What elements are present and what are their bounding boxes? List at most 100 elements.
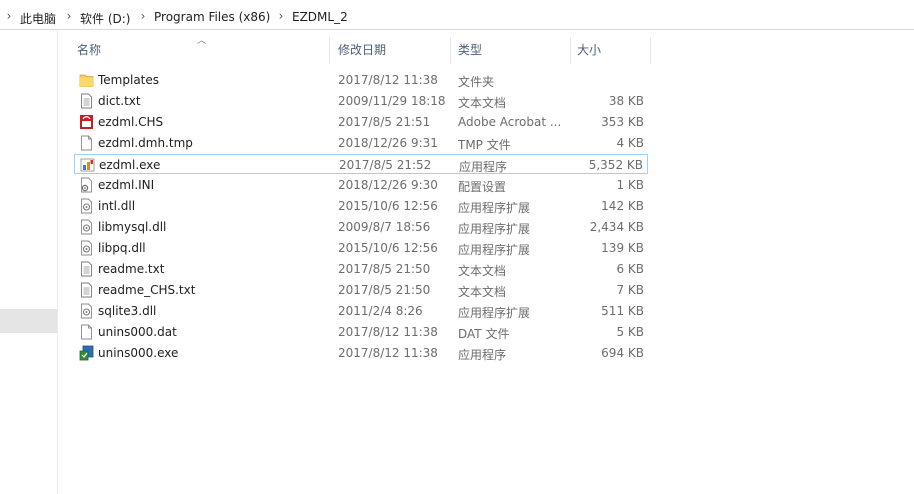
navigation-pane[interactable] xyxy=(0,30,58,494)
column-size[interactable]: 大小 xyxy=(577,36,601,64)
file-row[interactable]: unins000.dat 2017/8/12 11:38 DAT 文件 5 KB xyxy=(74,322,648,342)
file-size: 1 KB xyxy=(616,178,644,192)
file-name: ezdml.dmh.tmp xyxy=(98,136,193,150)
file-row[interactable]: unins000.exe 2017/8/12 11:38 应用程序 694 KB xyxy=(74,343,648,363)
file-name: readme.txt xyxy=(98,262,165,276)
dll-file-icon xyxy=(79,240,94,256)
file-name: ezdml.exe xyxy=(99,158,161,172)
file-date: 2011/2/4 8:26 xyxy=(338,304,423,318)
file-size: 6 KB xyxy=(616,262,644,276)
settings-file-icon xyxy=(79,177,94,193)
chevron-right-icon[interactable]: › xyxy=(64,9,74,23)
file-size: 5 KB xyxy=(616,325,644,339)
file-type: Adobe Acrobat ... xyxy=(458,115,562,129)
file-size: 4 KB xyxy=(616,136,644,150)
file-type: 文件夹 xyxy=(458,75,495,89)
column-date[interactable]: 修改日期 xyxy=(338,36,386,64)
file-date: 2015/10/6 12:56 xyxy=(338,199,438,213)
file-name: intl.dll xyxy=(98,199,136,213)
breadcrumb-program-files[interactable]: Program Files (x86) xyxy=(154,10,270,24)
file-name: ezdml.INI xyxy=(98,178,155,192)
file-name: readme_CHS.txt xyxy=(98,283,196,297)
file-size: 38 KB xyxy=(608,94,644,108)
file-date: 2017/8/5 21:50 xyxy=(338,283,431,297)
file-type: 应用程序扩展 xyxy=(458,201,531,215)
file-size: 2,434 KB xyxy=(589,220,644,234)
chevron-right-icon[interactable]: › xyxy=(276,9,286,23)
file-size: 5,352 KB xyxy=(588,158,643,172)
column-divider[interactable] xyxy=(329,38,330,64)
file-name: libmysql.dll xyxy=(98,220,167,234)
file-size: 7 KB xyxy=(616,283,644,297)
file-type: 应用程序扩展 xyxy=(458,243,531,257)
installer-app-icon xyxy=(79,345,94,361)
blank-file-icon xyxy=(79,324,94,340)
file-name: sqlite3.dll xyxy=(98,304,157,318)
column-type[interactable]: 类型 xyxy=(458,36,482,64)
file-name: Templates xyxy=(98,73,160,87)
file-date: 2018/12/26 9:31 xyxy=(338,136,438,150)
sort-ascending-icon: ︿ xyxy=(197,36,207,46)
file-type: 文本文档 xyxy=(458,285,507,299)
file-type: 应用程序扩展 xyxy=(458,222,531,236)
file-row[interactable]: sqlite3.dll 2011/2/4 8:26 应用程序扩展 511 KB xyxy=(74,301,648,321)
file-row[interactable]: Templates 2017/8/12 11:38 文件夹 xyxy=(74,70,648,90)
column-name[interactable]: 名称 xyxy=(77,36,101,64)
file-date: 2017/8/12 11:38 xyxy=(338,325,438,339)
file-type: 文本文档 xyxy=(458,264,507,278)
column-divider[interactable] xyxy=(650,38,651,64)
text-file-icon xyxy=(79,261,94,277)
folder-icon xyxy=(79,72,94,88)
file-size: 511 KB xyxy=(601,304,644,318)
file-name: unins000.dat xyxy=(98,325,177,339)
dll-file-icon xyxy=(79,198,94,214)
file-size: 139 KB xyxy=(601,241,644,255)
file-type: 配置设置 xyxy=(458,180,507,194)
file-type: 应用程序 xyxy=(458,348,507,362)
file-type: TMP 文件 xyxy=(458,138,511,152)
file-date: 2017/8/5 21:52 xyxy=(339,158,432,172)
breadcrumb-ezdml[interactable]: EZDML_2 xyxy=(292,10,348,24)
chevron-right-icon[interactable]: › xyxy=(138,9,148,23)
breadcrumb-this-pc[interactable]: 此电脑 xyxy=(20,10,56,27)
file-size: 142 KB xyxy=(601,199,644,213)
file-date: 2017/8/5 21:51 xyxy=(338,115,431,129)
file-row[interactable]: dict.txt 2009/11/29 18:18 文本文档 38 KB xyxy=(74,91,648,111)
file-size: 353 KB xyxy=(601,115,644,129)
file-type: 应用程序扩展 xyxy=(458,306,531,320)
file-row[interactable]: libpq.dll 2015/10/6 12:56 应用程序扩展 139 KB xyxy=(74,238,648,258)
nav-selected-item[interactable] xyxy=(0,309,57,333)
file-row[interactable]: ezdml.dmh.tmp 2018/12/26 9:31 TMP 文件 4 KB xyxy=(74,133,648,153)
column-header: ︿ 名称 修改日期 类型 大小 xyxy=(58,36,658,64)
file-date: 2009/8/7 18:56 xyxy=(338,220,431,234)
file-row[interactable]: libmysql.dll 2009/8/7 18:56 应用程序扩展 2,434 KB xyxy=(74,217,648,237)
file-name: libpq.dll xyxy=(98,241,146,255)
file-size: 694 KB xyxy=(601,346,644,360)
address-bar[interactable]: › 此电脑 › 软件 (D:) › Program Files (x86) › … xyxy=(0,5,914,30)
file-type: 文本文档 xyxy=(458,96,507,110)
file-name: dict.txt xyxy=(98,94,141,108)
text-file-icon xyxy=(79,282,94,298)
file-row[interactable]: ezdml.exe 2017/8/5 21:52 应用程序 5,352 KB xyxy=(74,154,648,174)
chevron-right-icon[interactable]: › xyxy=(4,9,14,23)
file-date: 2015/10/6 12:56 xyxy=(338,241,438,255)
file-row[interactable]: ezdml.CHS 2017/8/5 21:51 Adobe Acrobat ...… xyxy=(74,112,648,132)
file-date: 2017/8/12 11:38 xyxy=(338,73,438,87)
column-divider[interactable] xyxy=(450,38,451,64)
file-name: ezdml.CHS xyxy=(98,115,164,129)
column-divider[interactable] xyxy=(570,38,571,64)
file-row[interactable]: intl.dll 2015/10/6 12:56 应用程序扩展 142 KB xyxy=(74,196,648,216)
dll-file-icon xyxy=(79,219,94,235)
acrobat-file-icon xyxy=(79,114,94,130)
file-row[interactable]: readme.txt 2017/8/5 21:50 文本文档 6 KB xyxy=(74,259,648,279)
file-type: DAT 文件 xyxy=(458,327,510,341)
file-date: 2009/11/29 18:18 xyxy=(338,94,446,108)
file-row[interactable]: readme_CHS.txt 2017/8/5 21:50 文本文档 7 KB xyxy=(74,280,648,300)
ezdml-app-icon xyxy=(80,157,95,173)
file-date: 2017/8/12 11:38 xyxy=(338,346,438,360)
text-file-icon xyxy=(79,93,94,109)
file-row[interactable]: ezdml.INI 2018/12/26 9:30 配置设置 1 KB xyxy=(74,175,648,195)
file-type: 应用程序 xyxy=(459,160,508,174)
breadcrumb-drive-d[interactable]: 软件 (D:) xyxy=(80,10,130,27)
dll-file-icon xyxy=(79,303,94,319)
